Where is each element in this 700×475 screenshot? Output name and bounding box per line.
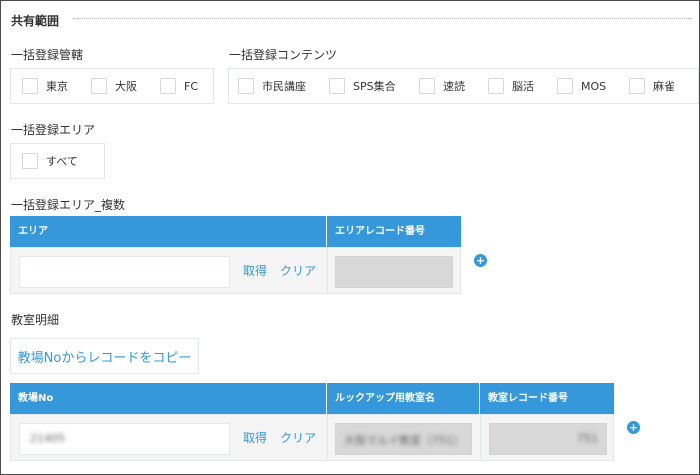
checkbox-speed-reading[interactable]: 速読 — [419, 78, 465, 94]
area-table-header: エリア エリアレコード番号 — [10, 216, 461, 247]
checkbox-box[interactable] — [22, 78, 38, 94]
checkbox-citizen-lecture[interactable]: 市民講座 — [238, 78, 306, 94]
classroom-detail-label: 教室明細 — [11, 313, 60, 327]
column-header-lookup-name: ルックアップ用教室名 — [327, 383, 480, 414]
section-divider — [73, 18, 691, 19]
column-header-classroom-no: 教場No — [10, 383, 327, 414]
checkbox-box[interactable] — [419, 78, 435, 94]
checkbox-box[interactable] — [22, 153, 38, 169]
checkbox-label: 市民講座 — [262, 80, 306, 93]
checkbox-mos[interactable]: MOS — [557, 78, 606, 94]
form-frame: 共有範囲 一括登録管轄 東京 大阪 FC 一括登録コンテンツ 市民講座 SPS集… — [0, 0, 700, 475]
checkbox-box[interactable] — [329, 78, 345, 94]
bulk-area-label: 一括登録エリア — [11, 123, 96, 137]
plus-circle-icon[interactable]: + — [474, 254, 487, 267]
column-header-classroom-record-no: 教室レコード番号 — [488, 393, 568, 404]
checkbox-box[interactable] — [91, 78, 107, 94]
classroom-no-input[interactable]: 21405 — [19, 423, 230, 455]
checkbox-box[interactable] — [238, 78, 254, 94]
checkbox-label: 脳活 — [512, 80, 534, 93]
checkbox-label: すべて — [46, 155, 78, 168]
area-get-link[interactable]: 取得 — [243, 262, 267, 279]
bulk-contents-box: 市民講座 SPS集合 速読 脳活 MOS 麻雀 — [228, 68, 699, 104]
cell-divider — [480, 415, 481, 460]
section-title: 共有範囲 — [11, 14, 60, 28]
area-record-no-field — [335, 256, 453, 288]
copy-record-button[interactable]: 教場Noからレコードをコピー — [10, 338, 199, 374]
checkbox-sps[interactable]: SPS集合 — [329, 78, 396, 94]
bulk-area-box: すべて — [10, 143, 105, 179]
cell-divider — [327, 415, 328, 460]
area-table-row: 取得 クリア — [10, 247, 461, 294]
checkbox-label: 速読 — [443, 80, 465, 93]
lookup-name-value: 大阪マルイ教室（751） — [344, 434, 464, 447]
checkbox-label: 麻雀 — [653, 80, 675, 93]
bulk-area-multi-label: 一括登録エリア_複数 — [11, 198, 126, 212]
cell-divider — [327, 248, 328, 293]
column-header-area-record-no: エリアレコード番号 — [335, 226, 425, 237]
area-input[interactable] — [19, 256, 230, 288]
classroom-table-row: 21405 取得 クリア 大阪マルイ教室（751） 751 — [10, 414, 614, 461]
checkbox-fc[interactable]: FC — [160, 78, 198, 94]
checkbox-brain-training[interactable]: 脳活 — [488, 78, 534, 94]
lookup-name-field: 大阪マルイ教室（751） — [335, 423, 472, 455]
bulk-district-label: 一括登録管轄 — [11, 48, 84, 62]
checkbox-label: SPS集合 — [353, 80, 396, 93]
checkbox-tokyo[interactable]: 東京 — [22, 78, 68, 94]
plus-circle-icon[interactable]: + — [627, 421, 640, 434]
checkbox-box[interactable] — [160, 78, 176, 94]
classroom-record-no-field: 751 — [489, 423, 607, 455]
checkbox-label: 大阪 — [115, 80, 137, 93]
classroom-record-no-value: 751 — [577, 432, 598, 445]
checkbox-box[interactable] — [629, 78, 645, 94]
checkbox-mahjong[interactable]: 麻雀 — [629, 78, 675, 94]
column-header-area: エリア — [10, 216, 327, 247]
checkbox-osaka[interactable]: 大阪 — [91, 78, 137, 94]
classroom-no-value: 21405 — [30, 432, 65, 445]
checkbox-box[interactable] — [557, 78, 573, 94]
checkbox-box[interactable] — [488, 78, 504, 94]
checkbox-all[interactable]: すべて — [22, 153, 78, 169]
classroom-get-link[interactable]: 取得 — [243, 429, 267, 446]
checkbox-label: FC — [184, 79, 199, 93]
bulk-district-box: 東京 大阪 FC — [10, 68, 214, 104]
checkbox-label: 東京 — [46, 80, 68, 93]
checkbox-label: MOS — [581, 79, 607, 93]
area-clear-link[interactable]: クリア — [280, 262, 316, 279]
classroom-clear-link[interactable]: クリア — [280, 429, 316, 446]
classroom-table-header: 教場No ルックアップ用教室名 教室レコード番号 — [10, 383, 614, 414]
bulk-contents-label: 一括登録コンテンツ — [229, 48, 338, 62]
